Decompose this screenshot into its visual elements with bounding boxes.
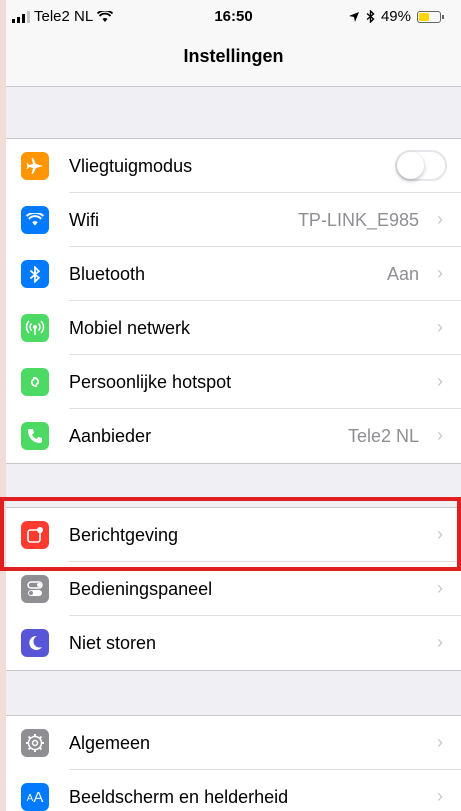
- status-bar: Tele2 NL 16:50 49%: [6, 0, 461, 34]
- settings-row-label: Niet storen: [69, 633, 157, 653]
- bluetooth-icon: [21, 260, 49, 288]
- antenna-icon: [21, 314, 49, 342]
- chevron-right-icon: ›: [437, 632, 443, 652]
- control-center-icon: [21, 575, 49, 603]
- bluetooth-status-value: Aan: [386, 264, 419, 284]
- settings-row-label: Algemeen: [69, 733, 151, 753]
- settings-row-label: Persoonlijke hotspot: [69, 372, 232, 392]
- airplane-icon: [21, 152, 49, 180]
- chevron-right-icon: ›: [437, 578, 443, 598]
- chevron-right-icon: ›: [437, 732, 443, 752]
- airplane-mode-toggle[interactable]: [395, 150, 447, 181]
- chevron-right-icon: ›: [437, 263, 443, 283]
- settings-row-label: Aanbieder: [69, 426, 152, 446]
- phone-screen: Tele2 NL 16:50 49% Instellingen Vliegtui…: [6, 0, 461, 811]
- bluetooth-status-icon: [366, 10, 375, 23]
- settings-group-connectivity: Vliegtuigmodus Wifi TP-LINK_E985 › Bluet…: [6, 138, 461, 464]
- settings-row-label: Beeldscherm en helderheid: [69, 787, 289, 807]
- chevron-right-icon: ›: [437, 317, 443, 337]
- settings-row-label: Wifi: [69, 210, 99, 230]
- chevron-right-icon: ›: [437, 371, 443, 391]
- settings-row-wifi[interactable]: Wifi TP-LINK_E985 ›: [6, 193, 461, 247]
- settings-row-label: Vliegtuigmodus: [69, 156, 193, 176]
- chevron-right-icon: ›: [437, 209, 443, 229]
- wifi-network-value: TP-LINK_E985: [297, 210, 419, 230]
- wifi-icon: [21, 206, 49, 234]
- settings-row-vliegtuigmodus[interactable]: Vliegtuigmodus: [6, 139, 461, 193]
- settings-group-general: Algemeen › AA Beeldscherm en helderheid …: [6, 715, 461, 811]
- toggle-knob: [397, 152, 424, 179]
- display-icon: AA: [21, 783, 49, 811]
- moon-icon: [21, 629, 49, 657]
- settings-row-label: Mobiel netwerk: [69, 318, 191, 338]
- chevron-right-icon: ›: [437, 425, 443, 445]
- navigation-bar: Instellingen: [6, 34, 461, 87]
- settings-row-mobiel-netwerk[interactable]: Mobiel netwerk ›: [6, 301, 461, 355]
- page-title: Instellingen: [183, 46, 284, 66]
- battery-percent: 49%: [380, 8, 411, 25]
- chevron-right-icon: ›: [437, 786, 443, 806]
- settings-row-label: Bedieningspaneel: [69, 579, 213, 599]
- settings-row-bluetooth[interactable]: Bluetooth Aan ›: [6, 247, 461, 301]
- hotspot-icon: [21, 368, 49, 396]
- phone-icon: [21, 422, 49, 450]
- settings-row-niet-storen[interactable]: Niet storen ›: [6, 616, 461, 670]
- carrier-value: Tele2 NL: [347, 426, 419, 446]
- location-icon: [348, 11, 359, 22]
- battery-icon: [417, 10, 444, 23]
- gear-icon: [21, 729, 49, 757]
- settings-row-label: Bluetooth: [69, 264, 146, 284]
- settings-row-persoonlijke-hotspot[interactable]: Persoonlijke hotspot ›: [6, 355, 461, 409]
- settings-row-beeldscherm[interactable]: AA Beeldscherm en helderheid ›: [6, 770, 461, 811]
- highlight-box-berichtgeving: [0, 497, 461, 571]
- settings-row-aanbieder[interactable]: Aanbieder Tele2 NL ›: [6, 409, 461, 463]
- status-right: 49%: [348, 8, 444, 25]
- settings-row-algemeen[interactable]: Algemeen ›: [6, 716, 461, 770]
